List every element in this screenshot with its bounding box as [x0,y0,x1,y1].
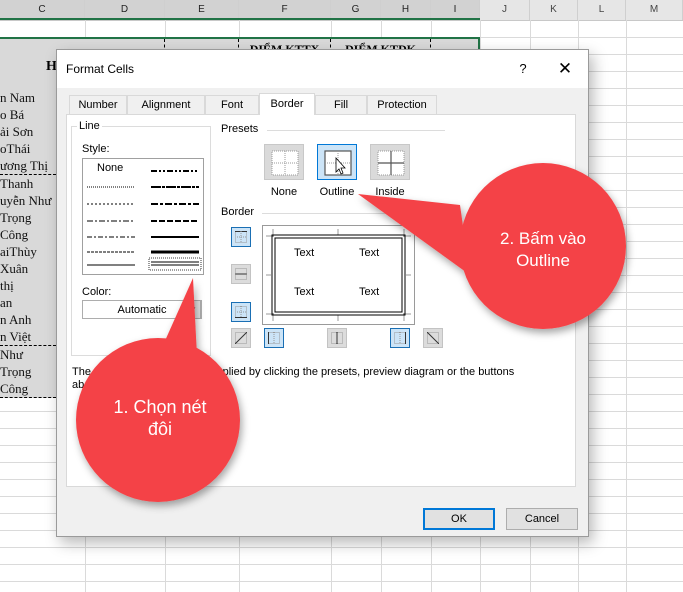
callout-2-line2: Outline [516,251,570,270]
callout-2-line1: 2. Bấm vào [500,229,586,248]
tab-border[interactable]: Border [259,93,315,115]
callout-shapes [76,163,626,502]
callout-1-line1: 1. Chọn nét [113,397,207,417]
callout-1-line2: đôi [147,419,173,439]
callout-1-text: 1. Chọn nét đôi [90,396,230,440]
callout-2-text: 2. Bấm vào Outline [478,228,608,272]
callout-2-pointer [358,194,470,275]
